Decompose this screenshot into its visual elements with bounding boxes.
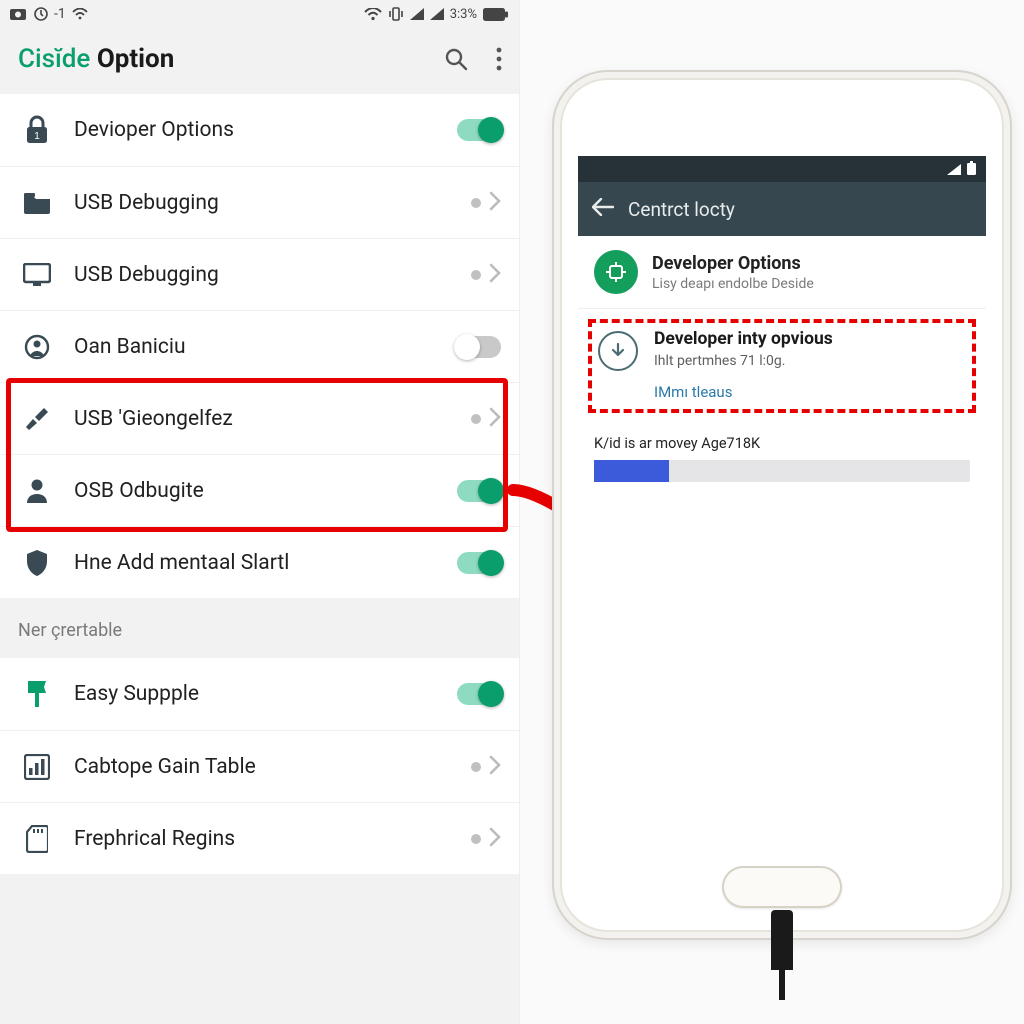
phone-screen: Centrct locty Developer Options Lisy dea… (578, 156, 986, 836)
signal-icon (947, 160, 961, 179)
usb-cable (771, 910, 793, 970)
row-label: Devioper Options (74, 118, 435, 142)
wrench-icon (22, 404, 52, 434)
row-osb-odbugite[interactable]: OSB Odbugite (0, 454, 519, 526)
vibrate-icon (388, 6, 404, 22)
chevron-right-icon (489, 755, 501, 779)
android-app-bar: Centrct locty (578, 182, 986, 236)
carrier-label: -1 (54, 6, 66, 22)
settings-list-2: Easy Suppple Cabtope Gain Table Frephric… (0, 658, 519, 874)
settings-list: 1 Devioper Options USB Debugging USB Deb… (0, 94, 519, 598)
toggle-switch[interactable] (457, 480, 501, 502)
wifi-icon (364, 8, 382, 21)
app-bar: Cisĭde Option (0, 28, 519, 90)
row-label: USB Debugging (74, 263, 449, 287)
page-title-accent: Cisĭde (18, 44, 90, 74)
highlight-annotation: Developer inty opvious Ihlt pertmhes 71 … (588, 319, 976, 413)
back-icon[interactable] (592, 198, 614, 220)
row-usb-gieongelfez[interactable]: USB 'Gieongelfez (0, 382, 519, 454)
chevron-right-icon (489, 827, 501, 851)
row-oan-baniciu[interactable]: Oan Baniciu (0, 310, 519, 382)
row-label: Frephrical Regins (74, 827, 449, 851)
progress-fill (594, 460, 669, 482)
row-cabtope-gain-table[interactable]: Cabtope Gain Table (0, 730, 519, 802)
row-label: OSB Odbugite (74, 479, 435, 503)
row-label: Hne Add mentaal Slartl (74, 551, 435, 575)
card-developer-options[interactable]: Developer Options Lisy deapı endolbe Des… (578, 236, 986, 309)
toggle-switch[interactable] (457, 119, 501, 141)
card-link[interactable]: IMmı tleaus (654, 383, 966, 401)
folder-icon (22, 188, 52, 218)
toggle-switch[interactable] (457, 552, 501, 574)
row-developer-options[interactable]: 1 Devioper Options (0, 94, 519, 166)
toggle-switch[interactable] (457, 336, 501, 358)
bars-icon (22, 752, 52, 782)
overflow-menu-icon[interactable] (495, 46, 503, 72)
battery-percent: 3:3% (450, 7, 477, 22)
card-developer-inty[interactable]: Developer inty opvious Ihlt pertmhes 71 … (598, 329, 966, 401)
download-icon (598, 331, 638, 371)
row-label: Easy Suppple (74, 682, 435, 706)
row-easy-suppple[interactable]: Easy Suppple (0, 658, 519, 730)
row-label: Cabtope Gain Table (74, 755, 449, 779)
bullet-icon (471, 834, 481, 844)
row-label: USB Debugging (74, 191, 449, 215)
android-status-bar (578, 156, 986, 182)
person-q-icon (22, 332, 52, 362)
progress-label: K/id is ar movey Age718K (594, 435, 970, 452)
phone-preview: Centrct locty Developer Options Lisy dea… (540, 70, 1024, 1024)
android-app-bar-title: Centrct locty (628, 198, 735, 221)
bullet-icon (471, 414, 481, 424)
clock-icon (34, 7, 48, 21)
camera-icon (10, 7, 28, 21)
bullet-icon (471, 762, 481, 772)
row-frephrical-regins[interactable]: Frephrical Regins (0, 802, 519, 874)
settings-screen: -1 3:3% Cisĭde Op (0, 0, 520, 1024)
shield-icon (22, 548, 52, 578)
home-button[interactable] (722, 866, 842, 908)
row-usb-debugging-1[interactable]: USB Debugging (0, 166, 519, 238)
monitor-icon (22, 260, 52, 290)
row-usb-debugging-2[interactable]: USB Debugging (0, 238, 519, 310)
toggle-switch[interactable] (457, 683, 501, 705)
phone-frame: Centrct locty Developer Options Lisy dea… (552, 70, 1012, 940)
chip-icon (594, 250, 638, 294)
wifi-icon (72, 8, 88, 20)
card-subtitle: Ihlt pertmhes 71 l:0g. (654, 353, 966, 369)
card-title: Developer inty opvious (654, 329, 966, 349)
signal-icon (430, 8, 444, 20)
card-subtitle: Lisy deapı endolbe Deside (652, 276, 814, 292)
battery-icon (483, 8, 509, 21)
chevron-right-icon (489, 191, 501, 215)
battery-icon (967, 160, 976, 179)
chevron-right-icon (489, 407, 501, 431)
bullet-icon (471, 198, 481, 208)
row-label: USB 'Gieongelfez (74, 407, 449, 431)
row-hne-add-mentaal-slartl[interactable]: Hne Add mentaal Slartl (0, 526, 519, 598)
badge-icon (22, 679, 52, 709)
person-icon (22, 476, 52, 506)
card-title: Developer Options (652, 253, 814, 274)
sdcard-icon (22, 824, 52, 854)
search-icon[interactable] (443, 46, 469, 72)
lock-icon: 1 (22, 115, 52, 145)
bullet-icon (471, 270, 481, 280)
status-bar: -1 3:3% (0, 0, 519, 28)
chevron-right-icon (489, 263, 501, 287)
progress-bar (594, 460, 970, 482)
row-label: Oan Baniciu (74, 335, 435, 359)
section-header: Ner çrertable (0, 598, 519, 654)
page-title: Cisĭde Option (18, 44, 174, 74)
page-title-bold: Option (97, 44, 174, 74)
signal-icon (410, 8, 424, 20)
svg-text:1: 1 (34, 131, 40, 142)
